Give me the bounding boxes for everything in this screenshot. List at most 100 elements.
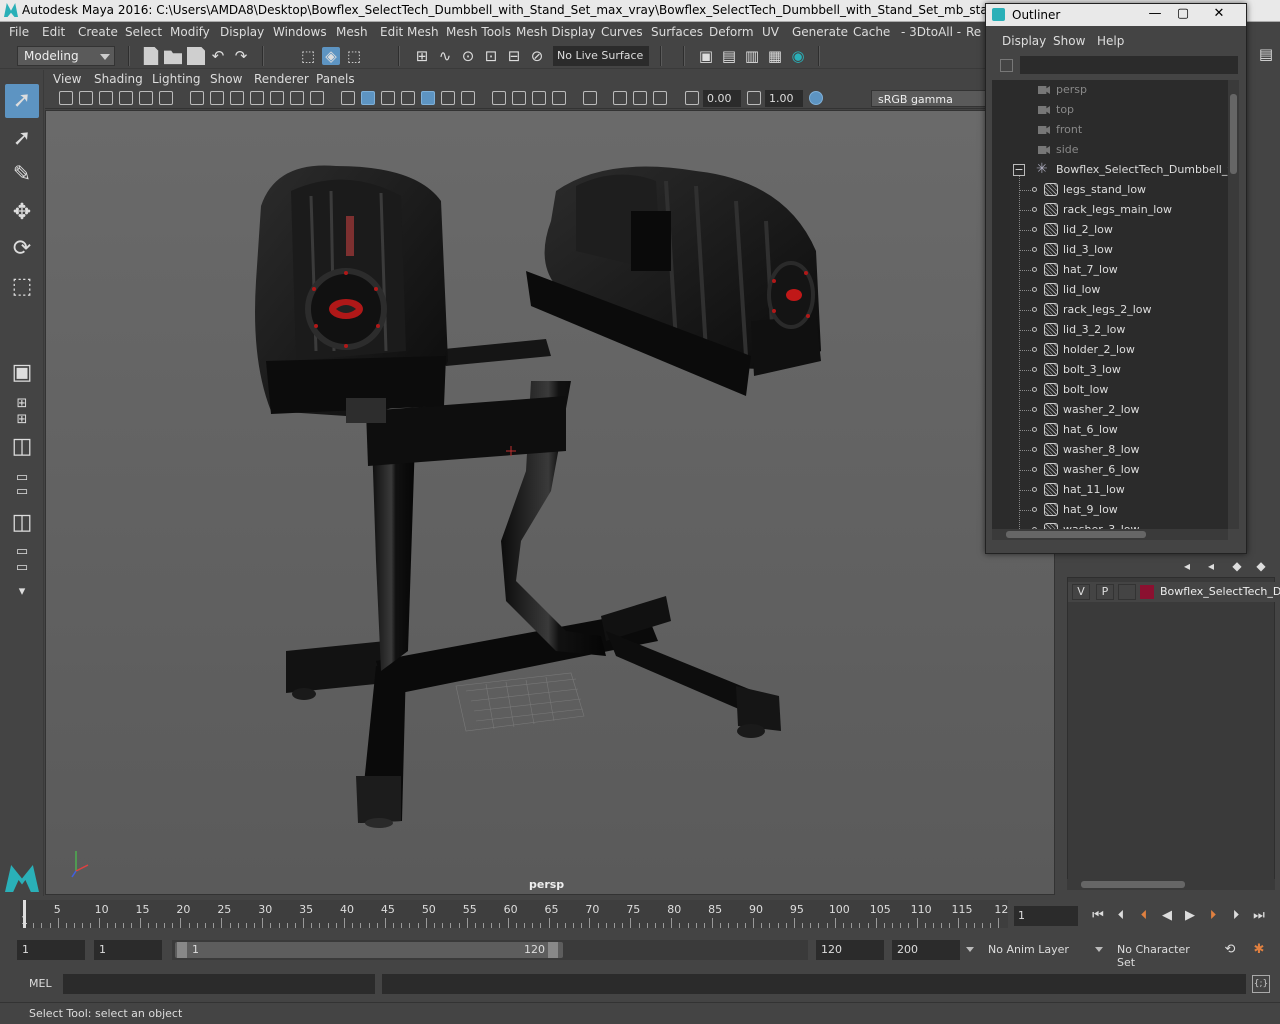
safe-title-icon[interactable] [310,91,324,105]
image-plane-icon[interactable] [119,91,133,105]
menu-modify[interactable]: Modify [170,25,210,39]
outliner-title-bar[interactable]: Outliner — ▢ ✕ [986,4,1246,26]
auto-key-icon[interactable]: ⟲ [1220,940,1240,960]
textured-icon[interactable] [401,91,415,105]
command-language-label[interactable]: MEL [29,977,52,990]
anim-layer-select[interactable]: No Anim Layer [966,940,1082,960]
panel-menu-lighting[interactable]: Lighting [152,72,201,86]
hypershade-layout-icon[interactable]: ▭ [5,544,39,560]
color-management-icon[interactable] [809,91,823,105]
tree-item-mesh[interactable]: holder_2_low [992,340,1228,360]
mel-input-field[interactable] [63,974,375,994]
custom-layout-icon[interactable]: ▾ [5,584,39,600]
menu-file[interactable]: File [9,25,29,39]
select-component-icon[interactable]: ⬚ [345,47,363,65]
panel-menu-show[interactable]: Show [210,72,242,86]
play-forwards-icon[interactable]: ▶ [1180,906,1200,926]
tree-item-mesh[interactable]: hat_7_low [992,260,1228,280]
four-pane-layout-icon[interactable]: ⊞ [5,396,39,412]
single-pane-layout-icon[interactable]: ▣ [5,356,39,390]
tree-item-mesh[interactable]: washer_8_low [992,440,1228,460]
tree-item-mesh[interactable]: washer_2_low [992,400,1228,420]
film-gate-icon[interactable] [210,91,224,105]
select-tool-icon[interactable]: ➚ [5,84,39,118]
render-view-icon[interactable]: ▣ [697,47,715,65]
time-ruler[interactable]: 1 51015202530354045505560657075808590951… [20,900,1008,928]
outliner-horizontal-scrollbar[interactable] [992,529,1228,540]
hypershade-layout-alt-icon[interactable]: ▭ [5,560,39,576]
play-backwards-icon[interactable]: ◀ [1157,906,1177,926]
gate-mask-icon[interactable] [250,91,264,105]
step-back-key-icon[interactable]: ⏴ [1111,906,1131,926]
current-time-indicator[interactable] [23,900,26,928]
current-frame-field[interactable]: 1 [1014,906,1078,926]
layer-playback-toggle[interactable]: P [1096,584,1114,600]
use-all-lights-icon[interactable] [421,91,435,105]
snap-curve-icon[interactable]: ∿ [436,47,454,65]
xray-components-icon[interactable] [633,91,647,105]
render-settings-icon[interactable]: ▦ [766,47,784,65]
shadows-icon[interactable] [441,91,455,105]
wireframe-on-shaded-icon[interactable] [381,91,395,105]
gamma-field[interactable]: 1.00 [765,90,803,107]
panel-menu-view[interactable]: View [53,72,81,86]
resolution-gate-icon[interactable] [230,91,244,105]
exposure-icon[interactable] [685,91,699,105]
outliner-menu-show[interactable]: Show [1053,34,1085,48]
tree-item-mesh[interactable]: hat_6_low [992,420,1228,440]
camera-attributes-icon[interactable] [79,91,93,105]
outliner-persp-layout-icon[interactable]: ◫ [5,430,39,464]
go-to-start-icon[interactable]: ⏮ [1088,906,1108,926]
four-pane-layout-alt-icon[interactable]: ⊞ [5,412,39,428]
tree-item-camera[interactable]: front [992,120,1228,140]
outliner-menu-display[interactable]: Display [1002,34,1046,48]
animation-preferences-icon[interactable]: ✱ [1249,940,1269,960]
backface-icon[interactable] [653,91,667,105]
outliner-vertical-scrollbar[interactable] [1228,80,1239,529]
range-start-handle[interactable] [177,942,187,958]
live-surface-field[interactable]: No Live Surface [553,46,649,66]
menu-mesh[interactable]: Mesh [336,25,368,39]
animation-end-field[interactable]: 200 [892,940,960,960]
playback-end-field[interactable]: 120 [816,940,884,960]
screen-space-ao-icon[interactable] [461,91,475,105]
tree-item-mesh[interactable]: legs_stand_low [992,180,1228,200]
viewport-persp[interactable]: persp [45,110,1055,895]
select-hierarchy-icon[interactable]: ⬚ [299,47,317,65]
safe-action-icon[interactable] [290,91,304,105]
tree-item-mesh[interactable]: bolt_3_low [992,360,1228,380]
snap-view-icon[interactable]: ⊡ [482,47,500,65]
tree-item-mesh[interactable]: rack_legs_2_low [992,300,1228,320]
xray-icon[interactable] [583,91,597,105]
scale-tool-icon[interactable]: ⬚ [5,270,39,304]
new-layer-icon[interactable]: ◆ [1229,557,1245,573]
menu-curves[interactable]: Curves [601,25,643,39]
isolate-select-icon[interactable] [552,91,566,105]
select-object-icon[interactable]: ◈ [322,47,340,65]
menu-select[interactable]: Select [125,25,162,39]
layer-visibility-toggle[interactable]: V [1072,584,1090,600]
menu-edit[interactable]: Edit [42,25,65,39]
tree-item-mesh[interactable]: washer_6_low [992,460,1228,480]
panel-menu-shading[interactable]: Shading [94,72,143,86]
scroll-thumb[interactable] [1230,94,1237,174]
graph-layout-alt-icon[interactable]: ▭ [5,484,39,500]
xray-joints-icon[interactable] [613,91,627,105]
character-set-select[interactable]: No Character Set [1095,940,1215,969]
tree-item-mesh[interactable]: hat_9_low [992,500,1228,520]
tree-item-mesh[interactable]: lid_2_low [992,220,1228,240]
ipr-render-icon[interactable]: ▥ [743,47,761,65]
hypershade-icon[interactable]: ◉ [789,47,807,65]
tree-item-camera[interactable]: side [992,140,1228,160]
step-forward-key-icon[interactable]: ⏵ [1226,906,1246,926]
menu-mesh-tools[interactable]: Mesh Tools [446,25,511,39]
snap-live-icon[interactable]: ⊘ [528,47,546,65]
tree-item-mesh[interactable]: rack_legs_main_low [992,200,1228,220]
render-current-icon[interactable]: ▤ [720,47,738,65]
menu-windows[interactable]: Windows [273,25,327,39]
tree-item-group[interactable]: − ✳ Bowflex_SelectTech_Dumbbell_wi [992,160,1228,180]
tree-item-mesh[interactable]: hat_11_low [992,480,1228,500]
step-forward-frame-icon[interactable]: ⏵ [1203,906,1223,926]
paint-select-tool-icon[interactable]: ✎ [5,158,39,192]
layer-row[interactable]: V P Bowflex_SelectTech_Du [1068,582,1280,602]
